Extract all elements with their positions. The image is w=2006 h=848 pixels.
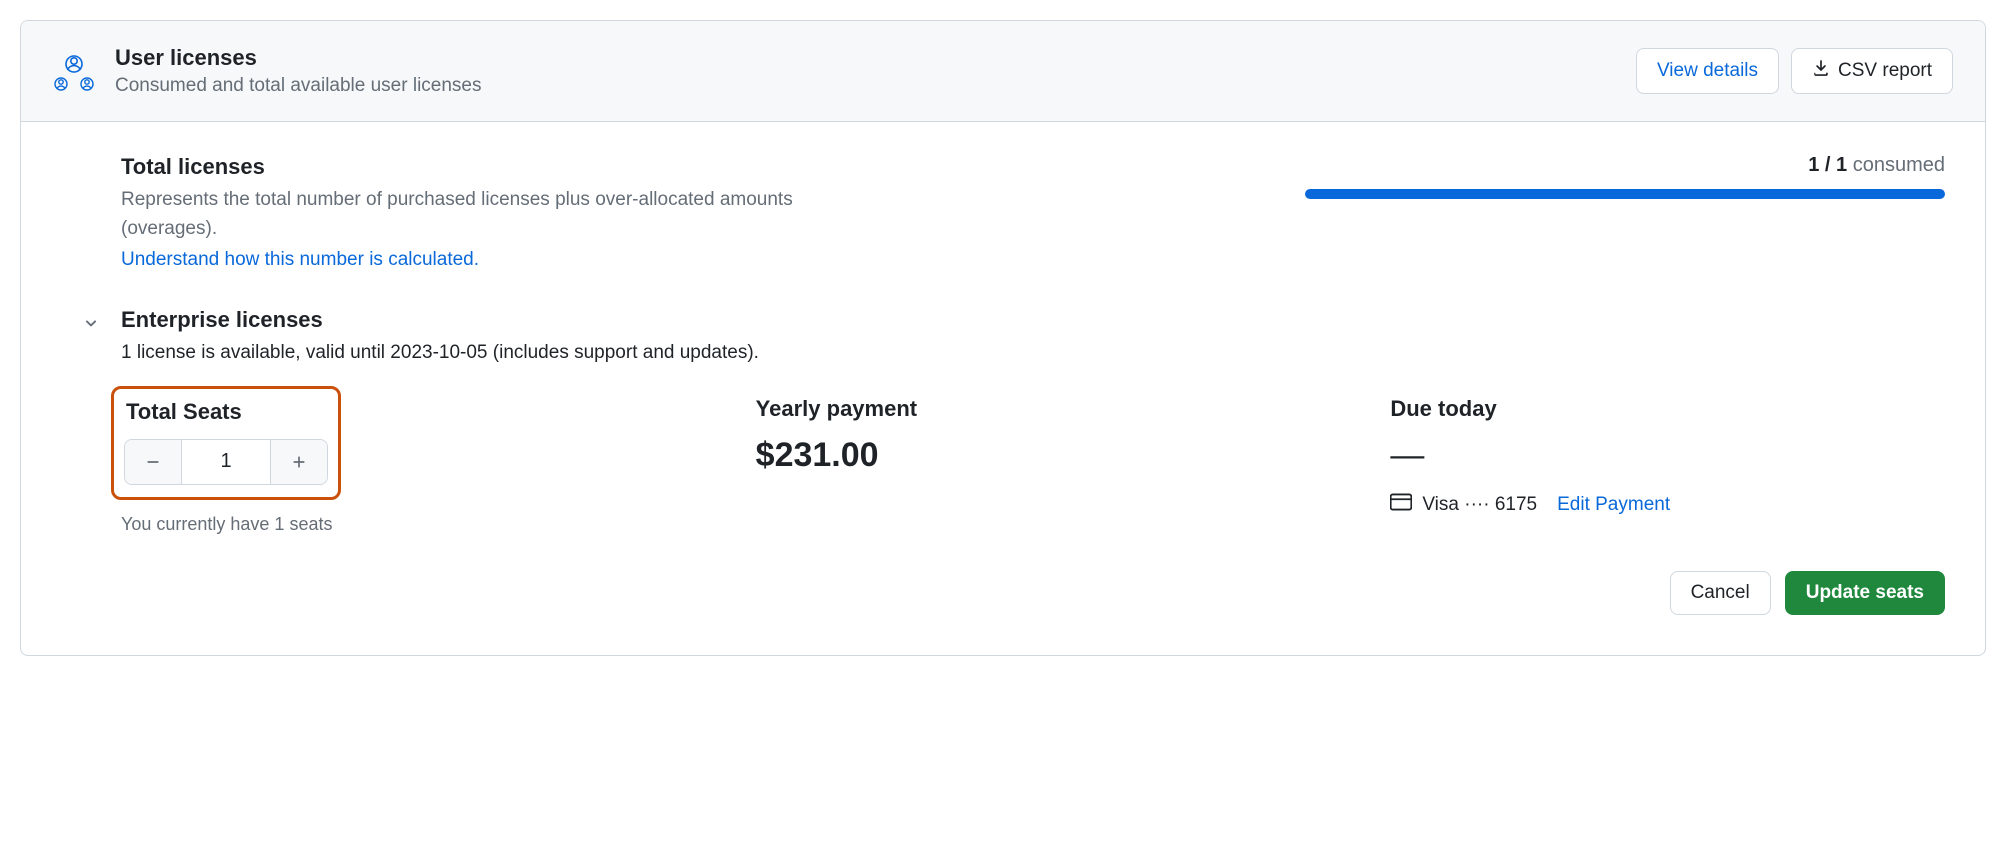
total-licenses-section: Total licenses Represents the total numb… xyxy=(61,154,1945,271)
edit-payment-link[interactable]: Edit Payment xyxy=(1557,494,1670,516)
seats-grid: Total Seats You currently have 1 seats xyxy=(121,396,1945,535)
seats-hint: You currently have 1 seats xyxy=(121,514,676,535)
enterprise-title: Enterprise licenses xyxy=(121,307,759,333)
seats-stepper xyxy=(124,439,328,485)
consumed-count: 1 / 1 xyxy=(1808,154,1847,176)
consumed-text: 1 / 1 consumed xyxy=(1305,154,1945,177)
download-icon xyxy=(1812,59,1830,83)
card-text: Visa ···· 6175 xyxy=(1422,494,1537,516)
consumed-block: 1 / 1 consumed xyxy=(1305,154,1945,199)
yearly-payment-col: Yearly payment $231.00 xyxy=(756,396,1311,535)
decrement-button[interactable] xyxy=(125,440,181,484)
due-today-col: Due today — Visa ···· 6175 Edit Payment xyxy=(1390,396,1945,535)
seats-highlight-box: Total Seats xyxy=(111,386,341,500)
consumed-progress-bar xyxy=(1305,189,1945,199)
credit-card-icon xyxy=(1390,493,1412,517)
panel-title: User licenses xyxy=(115,45,482,71)
total-licenses-title: Total licenses xyxy=(121,154,841,180)
enterprise-desc: 1 license is available, valid until 2023… xyxy=(121,339,759,368)
chevron-down-icon[interactable] xyxy=(81,313,101,338)
due-value: — xyxy=(1390,436,1945,475)
seats-input[interactable] xyxy=(181,440,271,484)
user-licenses-panel: User licenses Consumed and total availab… xyxy=(20,20,1986,656)
total-licenses-desc: Represents the total number of purchased… xyxy=(121,186,841,243)
panel-header: User licenses Consumed and total availab… xyxy=(21,21,1985,122)
header-left: User licenses Consumed and total availab… xyxy=(53,45,482,97)
total-seats-col: Total Seats You currently have 1 seats xyxy=(121,396,676,535)
header-actions: View details CSV report xyxy=(1636,48,1953,94)
due-label: Due today xyxy=(1390,396,1945,422)
panel-subtitle: Consumed and total available user licens… xyxy=(115,75,482,97)
action-row: Cancel Update seats xyxy=(61,571,1945,615)
yearly-label: Yearly payment xyxy=(756,396,1311,422)
total-seats-label: Total Seats xyxy=(126,399,328,425)
csv-report-button[interactable]: CSV report xyxy=(1791,48,1953,94)
cancel-button[interactable]: Cancel xyxy=(1670,571,1771,615)
update-seats-button[interactable]: Update seats xyxy=(1785,571,1945,615)
yearly-value: $231.00 xyxy=(756,436,1311,475)
consumed-suffix: consumed xyxy=(1847,154,1945,176)
payment-row: Visa ···· 6175 Edit Payment xyxy=(1390,493,1945,517)
view-details-button[interactable]: View details xyxy=(1636,48,1779,94)
panel-body: Total licenses Represents the total numb… xyxy=(21,122,1985,655)
increment-button[interactable] xyxy=(271,440,327,484)
understand-calculation-link[interactable]: Understand how this number is calculated… xyxy=(121,249,479,271)
users-icon xyxy=(53,50,95,92)
view-details-label: View details xyxy=(1657,60,1758,82)
csv-report-label: CSV report xyxy=(1838,60,1932,82)
enterprise-licenses-section: Enterprise licenses 1 license is availab… xyxy=(61,307,1945,615)
